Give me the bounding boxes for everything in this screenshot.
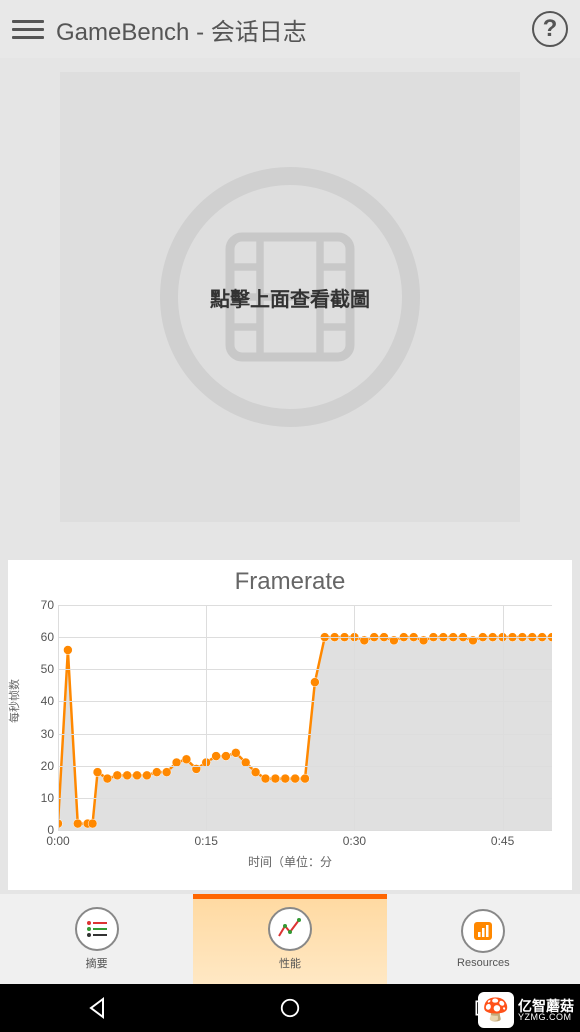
tab-summary[interactable]: 摘要 — [0, 894, 193, 984]
framerate-chart: Framerate 每秒帧数 0102030405060700:000:150:… — [8, 560, 572, 890]
nav-back[interactable] — [79, 990, 115, 1026]
ytick: 20 — [30, 759, 54, 773]
help-icon[interactable]: ? — [532, 11, 568, 47]
screenshot-preview[interactable]: 點擊上面查看截圖 — [60, 72, 520, 522]
ytick: 30 — [30, 727, 54, 741]
chart-xlabel: 时间（单位：分 — [18, 853, 562, 870]
summary-icon — [75, 907, 119, 951]
watermark: 🍄 亿智蘑菇 YZMG.COM — [478, 992, 574, 1028]
watermark-logo-icon: 🍄 — [478, 992, 514, 1028]
bottom-tab-bar: 摘要 性能 Resources — [0, 894, 580, 984]
tab-resources[interactable]: Resources — [387, 894, 580, 984]
tab-label: 性能 — [279, 955, 301, 971]
chart-ylabel: 每秒帧数 — [6, 679, 22, 723]
tab-label: Resources — [457, 957, 510, 969]
ytick: 10 — [30, 791, 54, 805]
performance-icon — [268, 907, 312, 951]
ytick: 60 — [30, 630, 54, 644]
app-header: GameBench - 会话日志 ? — [0, 0, 580, 58]
screenshot-hint-text: 點擊上面查看截圖 — [210, 283, 370, 312]
nav-home[interactable] — [272, 990, 308, 1026]
watermark-brand: 亿智蘑菇 — [518, 999, 574, 1013]
chart-title: Framerate — [18, 568, 562, 596]
xtick: 0:30 — [343, 834, 366, 848]
watermark-url: YZMG.COM — [518, 1013, 574, 1022]
ytick: 70 — [30, 598, 54, 612]
chart-plot-area[interactable]: 0102030405060700:000:150:300:45 — [58, 605, 552, 830]
xtick: 0:00 — [46, 834, 69, 848]
resources-icon — [461, 909, 505, 953]
tab-label: 摘要 — [86, 955, 108, 971]
menu-icon[interactable] — [12, 13, 44, 45]
xtick: 0:15 — [195, 834, 218, 848]
page-title: GameBench - 会话日志 — [56, 12, 532, 47]
ytick: 50 — [30, 662, 54, 676]
xtick: 0:45 — [491, 834, 514, 848]
tab-performance[interactable]: 性能 — [193, 894, 386, 984]
ytick: 40 — [30, 694, 54, 708]
